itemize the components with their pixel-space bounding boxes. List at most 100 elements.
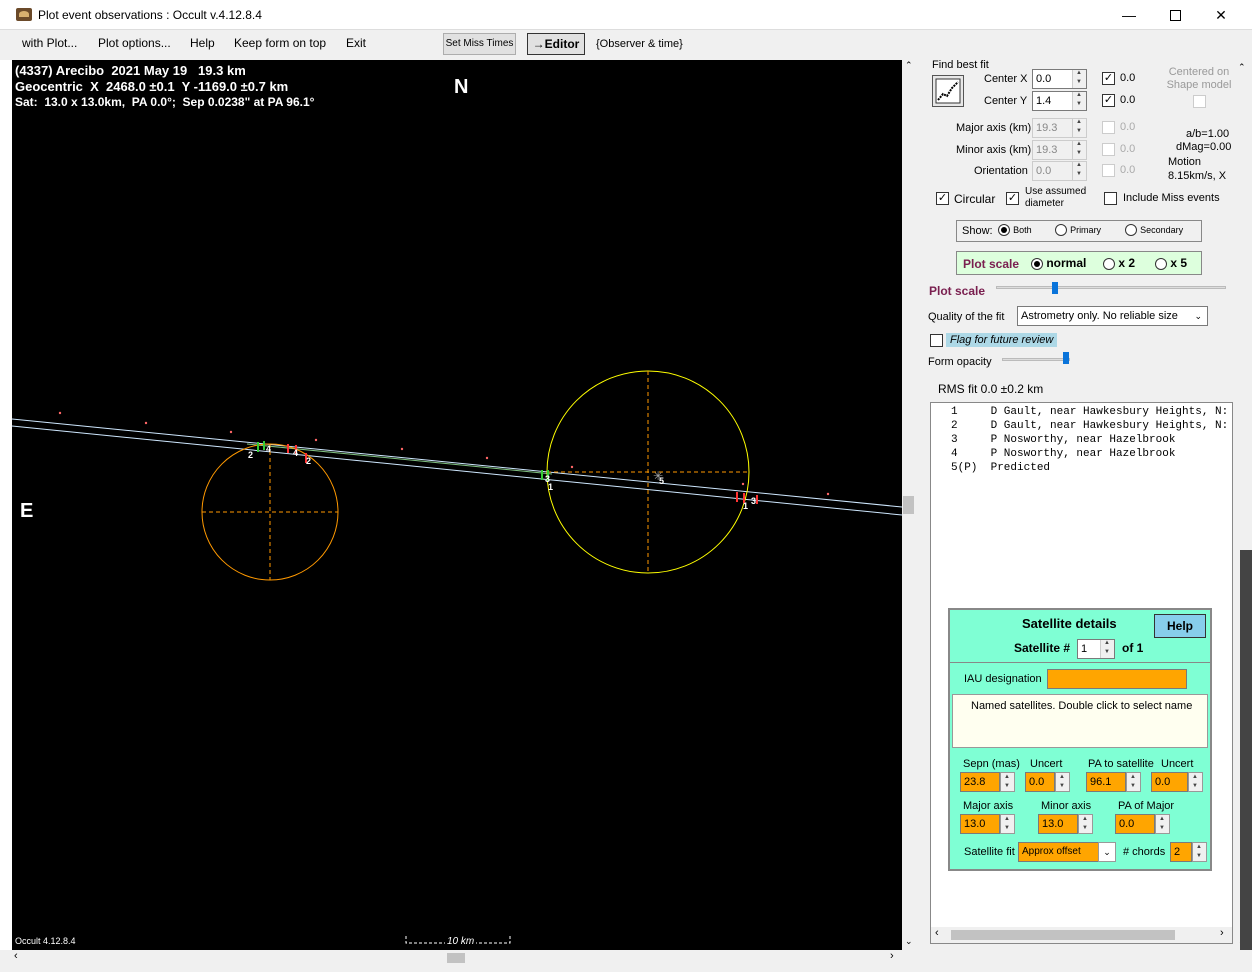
menu-bar: with Plot... Plot options... Help Keep f…: [0, 30, 1252, 58]
form-opacity-slider[interactable]: [1002, 358, 1070, 361]
minimize-icon[interactable]: —: [1106, 0, 1152, 30]
editor-button[interactable]: →Editor: [527, 33, 585, 55]
sat-major-axis-input[interactable]: 13.0: [960, 814, 1015, 834]
center-y-checkbox[interactable]: ✓: [1102, 94, 1115, 107]
window-title: Plot event observations : Occult v.4.12.…: [38, 8, 262, 22]
sepn-uncert-input[interactable]: 0.0: [1025, 772, 1070, 792]
chords-input[interactable]: 2: [1170, 842, 1207, 862]
menu-keep-on-top[interactable]: Keep form on top: [234, 36, 326, 50]
scale-normal-radio[interactable]: [1031, 257, 1043, 270]
scroll-down-icon[interactable]: ⌄: [905, 936, 913, 947]
quality-select[interactable]: Astrometry only. No reliable size ⌄: [1017, 306, 1208, 326]
set-miss-times-button[interactable]: Set Miss Times: [443, 33, 516, 55]
sepn-input[interactable]: 23.8: [960, 772, 1015, 792]
minor-axis-label: Minor axis (km): [956, 144, 1032, 156]
plot-horizontal-scrollbar[interactable]: ‹ ›: [0, 950, 902, 966]
orientation-checkbox[interactable]: [1102, 164, 1115, 177]
center-x-checkbox[interactable]: ✓: [1102, 72, 1115, 85]
menu-help[interactable]: Help: [190, 36, 215, 50]
chords-value: 2: [1174, 846, 1181, 858]
list-item[interactable]: 2 D Gault, near Hawkesbury Heights, N:: [951, 420, 1232, 434]
chord-label-3b: 3: [751, 496, 757, 506]
iau-designation-label: IAU designation: [964, 673, 1042, 685]
satellite-help-button[interactable]: Help: [1154, 614, 1206, 638]
form-opacity-slider-thumb[interactable]: [1063, 352, 1069, 364]
plot-scale-label: Plot scale: [963, 257, 1020, 271]
list-item[interactable]: 3 P Nosworthy, near Hazelbrook: [951, 434, 1232, 448]
minor-axis-input[interactable]: 19.3: [1032, 140, 1087, 160]
plot-canvas[interactable]: (4337) Arecibo 2021 May 19 19.3 km Geoce…: [12, 60, 902, 950]
show-both-radio[interactable]: [998, 224, 1010, 237]
list-item[interactable]: 5(P) Predicted: [951, 462, 1232, 476]
show-group: Show: Both Primary Secondary: [956, 220, 1202, 242]
circular-checkbox[interactable]: ✓: [936, 192, 949, 205]
scale-x2-option[interactable]: x 2: [1103, 256, 1135, 270]
menu-plot-options[interactable]: Plot options...: [98, 36, 171, 50]
menu-with-plot[interactable]: with Plot...: [22, 36, 77, 50]
sepn-label: Sepn (mas): [963, 758, 1020, 770]
orientation-input[interactable]: 0.0: [1032, 161, 1087, 181]
list-scroll-left-icon[interactable]: ‹: [935, 927, 939, 939]
minor-axis-checkbox[interactable]: [1102, 143, 1115, 156]
include-miss-checkbox[interactable]: [1104, 192, 1117, 205]
chord-label-1a: 1: [548, 482, 554, 492]
scale-bar-label: 10 km: [445, 936, 477, 947]
list-item[interactable]: 1 D Gault, near Hawkesbury Heights, N:: [951, 406, 1232, 420]
scale-normal-option[interactable]: normal: [1031, 256, 1086, 270]
menu-exit[interactable]: Exit: [346, 36, 366, 50]
scroll-right-icon[interactable]: ›: [890, 950, 894, 962]
sepn-value: 23.8: [964, 776, 986, 788]
center-x-input[interactable]: 0.0: [1032, 69, 1087, 89]
sat-minor-axis-input[interactable]: 13.0: [1038, 814, 1093, 834]
ab-ratio: a/b=1.00: [1186, 128, 1230, 140]
satellite-number-input[interactable]: 1: [1077, 639, 1115, 659]
major-axis-checkbox[interactable]: [1102, 121, 1115, 134]
motion-value: 8.15km/s, X: [1168, 170, 1227, 182]
show-both-option[interactable]: Both: [998, 224, 1032, 237]
chevron-down-icon: ⌄: [1098, 842, 1116, 862]
scale-x2-radio[interactable]: [1103, 257, 1115, 270]
orientation-fit: 0.0: [1120, 164, 1136, 176]
major-axis-input[interactable]: 19.3: [1032, 118, 1087, 138]
pa-uncert-input[interactable]: 0.0: [1151, 772, 1203, 792]
maximize-icon[interactable]: [1152, 0, 1198, 30]
flag-review-checkbox[interactable]: [930, 334, 943, 347]
pa-uncert-value: 0.0: [1155, 776, 1171, 788]
fit-control-panel: Find best fit Center X 0.0 ✓ 0.0 Center …: [920, 58, 1252, 958]
plot-scale-slider-thumb[interactable]: [1052, 282, 1058, 294]
scale-x5-option[interactable]: x 5: [1155, 256, 1187, 270]
find-best-fit-button[interactable]: [932, 75, 964, 107]
iau-designation-input[interactable]: [1047, 669, 1187, 689]
pa-uncert-label: Uncert: [1161, 758, 1194, 770]
sepn-uncert-label: Uncert: [1030, 758, 1063, 770]
list-item[interactable]: 4 P Nosworthy, near Hazelbrook: [951, 448, 1232, 462]
circular-label: Circular: [954, 192, 996, 206]
scroll-thumb-h[interactable]: [447, 953, 465, 963]
centered-on-shape-checkbox[interactable]: [1193, 95, 1206, 108]
close-icon[interactable]: ✕: [1198, 0, 1244, 30]
plot-scale-slider[interactable]: [996, 286, 1226, 289]
use-assumed-checkbox[interactable]: ✓: [1006, 192, 1019, 205]
panel-scroll-up-icon[interactable]: ⌃: [1238, 62, 1250, 72]
show-primary-option[interactable]: Primary: [1055, 224, 1101, 237]
list-scroll-thumb[interactable]: [951, 930, 1175, 940]
scroll-thumb-v[interactable]: [903, 496, 914, 514]
named-satellites-list[interactable]: Named satellites. Double click to select…: [952, 694, 1208, 748]
scale-x5-radio[interactable]: [1155, 257, 1167, 270]
sat-pa-major-input[interactable]: 0.0: [1115, 814, 1170, 834]
list-horizontal-scrollbar[interactable]: ‹ ›: [931, 927, 1232, 943]
satellite-fit-select[interactable]: Approx offset ⌄: [1018, 842, 1116, 862]
show-secondary-radio[interactable]: [1125, 224, 1137, 237]
scroll-up-icon[interactable]: ⌃: [905, 60, 913, 71]
find-best-fit-label: Find best fit: [932, 59, 989, 71]
scroll-left-icon[interactable]: ‹: [14, 950, 18, 962]
center-x-fit: 0.0: [1120, 72, 1136, 84]
center-y-input[interactable]: 1.4: [1032, 91, 1087, 111]
show-secondary-option[interactable]: Secondary: [1125, 224, 1183, 237]
plot-vertical-scrollbar[interactable]: ⌃ ⌄: [902, 60, 918, 950]
satellite-fit-label: Satellite fit: [964, 846, 1015, 858]
show-primary-radio[interactable]: [1055, 224, 1067, 237]
title-bar: Plot event observations : Occult v.4.12.…: [0, 0, 1252, 30]
list-scroll-right-icon[interactable]: ›: [1220, 927, 1224, 939]
pa-satellite-input[interactable]: 96.1: [1086, 772, 1141, 792]
